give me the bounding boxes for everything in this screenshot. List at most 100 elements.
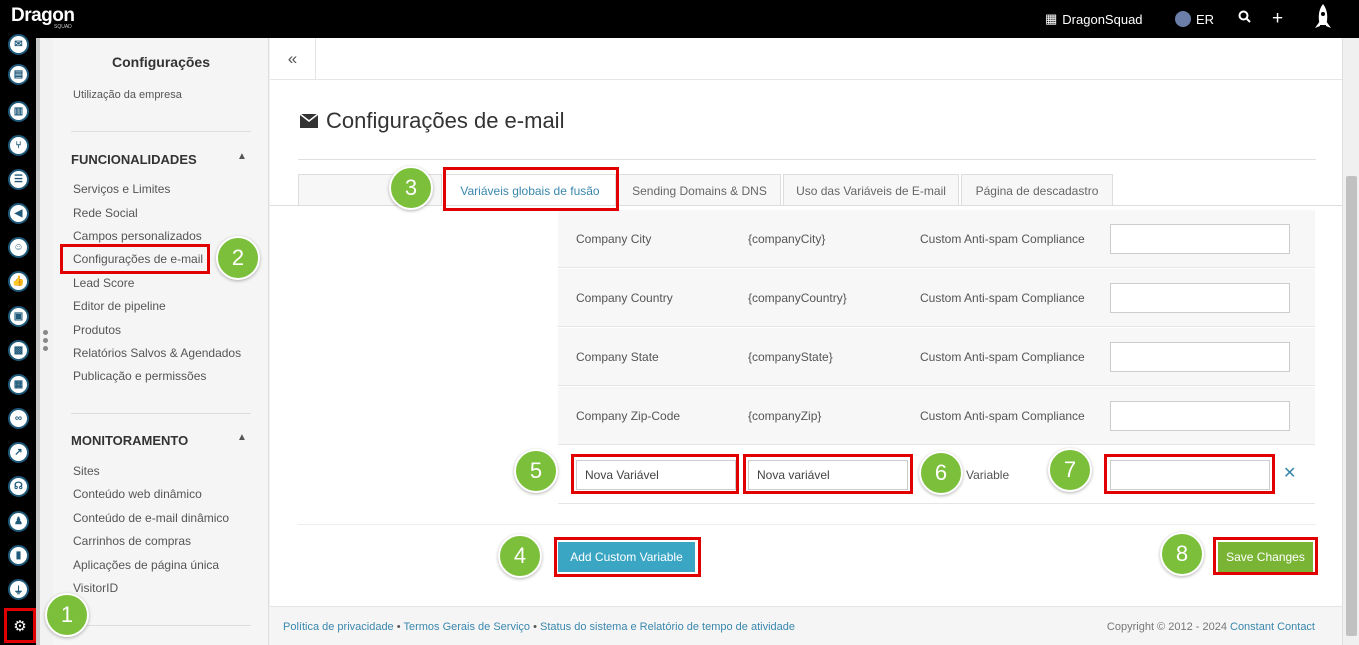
sidebar-item-carts[interactable]: Carrinhos de compras [73,534,191,548]
sidebar-item-saved-reports[interactable]: Relatórios Salvos & Agendados [73,346,241,360]
new-variable-type: Variable [966,468,1010,482]
image-icon[interactable]: ▩ [8,340,29,361]
variable-name: Company State [576,350,659,364]
caret-up-icon[interactable]: ▲ [237,432,247,443]
chat-icon[interactable]: ☺ [8,237,29,258]
tab-unsubscribe-page[interactable]: Página de descadastro [961,174,1113,206]
sidebar-item-products[interactable]: Produtos [73,323,121,337]
terms-link[interactable]: Termos Gerais de Serviço [403,621,530,633]
map-icon[interactable]: ▥ [8,101,29,122]
step-badge-4: 4 [498,534,542,578]
search-icon[interactable] [1238,10,1251,23]
variable-token: {companyCity} [748,232,826,246]
variable-name: Company Country [576,291,673,305]
caret-up-icon[interactable]: ▲ [237,151,247,162]
user-menu[interactable]: ER [1175,11,1214,27]
status-link[interactable]: Status do sistema e Relatório de tempo d… [540,621,795,633]
page-scrollbar[interactable] [1342,38,1359,645]
tab-global-merge-variables[interactable]: Variáveis globais de fusão [444,174,616,206]
variable-name: Company City [576,232,652,246]
variable-token: {companyState} [748,350,833,364]
sidebar-item-lead-score[interactable]: Lead Score [73,276,134,290]
sidebar-item-dynamic-email[interactable]: Conteúdo de e-mail dinâmico [73,511,229,525]
sidebar-item-publishing[interactable]: Publicação e permissões [73,369,206,383]
clipboard-icon[interactable]: ▤ [8,64,29,85]
variable-type: Custom Anti-spam Compliance [920,409,1085,423]
company-link[interactable]: Constant Contact [1230,621,1315,633]
variable-value-input[interactable] [1110,342,1290,372]
section-heading-features[interactable]: FUNCIONALIDADES [71,152,197,167]
page-title-text: Configurações de e-mail [326,108,565,133]
table-row: Company Country {companyCountry} Custom … [558,269,1315,327]
envelope-icon [300,114,318,128]
sidebar-item-pipeline-editor[interactable]: Editor de pipeline [73,299,166,313]
sidebar-item-services[interactable]: Serviços e Limites [73,182,170,196]
step-badge-8: 8 [1160,532,1204,576]
settings-gear-icon[interactable]: ⚙ [4,608,36,643]
sidebar-item-spa[interactable]: Aplicações de página única [73,558,219,572]
page-title: Configurações de e-mail [300,108,564,134]
headset-icon[interactable]: ☊ [8,476,29,497]
variable-value-input[interactable] [1110,224,1290,254]
privacy-link[interactable]: Política de privacidade [283,621,394,633]
new-variable-value-input[interactable] [1110,460,1270,490]
rocket-icon[interactable] [1312,3,1334,33]
variable-type: Custom Anti-spam Compliance [920,350,1085,364]
thumbs-up-icon[interactable]: 👍 [8,271,29,292]
sidebar-resize-handle[interactable] [43,330,49,351]
plug-icon[interactable]: ⏚ [8,579,29,600]
sidebar-item-company-usage[interactable]: Utilização da empresa [73,89,182,101]
add-custom-variable-button[interactable]: Add Custom Variable [558,542,695,572]
sidebar-title: Configurações [111,54,210,70]
user-add-icon[interactable]: ♟ [8,511,29,532]
bar-chart-icon[interactable]: ▮ [8,545,29,566]
building-icon: ▦ [1045,11,1058,26]
sidebar-item-social[interactable]: Rede Social [73,206,138,220]
branch-icon[interactable]: ⑂ [8,135,29,156]
collapse-sidebar-icon[interactable]: « [270,38,316,80]
account-switcher[interactable]: ▦ DragonSquad [1045,11,1143,27]
footer-bullet: • [396,621,401,633]
variable-token: {companyCountry} [748,291,847,305]
rail-scrollbar[interactable] [36,38,40,645]
email-icon[interactable]: ✉ [8,34,29,55]
section-heading-monitoring[interactable]: MONITORAMENTO [71,433,188,448]
list-icon[interactable]: ☰ [8,169,29,190]
megaphone-icon[interactable]: ◀ [8,203,29,224]
divider [71,131,251,132]
save-changes-button[interactable]: Save Changes [1218,542,1313,572]
trend-icon[interactable]: ↗ [8,442,29,463]
step-badge-6: 6 [919,451,963,495]
sidebar-item-custom-fields[interactable]: Campos personalizados [73,229,202,243]
collapse-bar: « [270,38,1342,80]
sidebar-item-email-settings[interactable]: Configurações de e-mail [73,252,203,266]
variable-type: Custom Anti-spam Compliance [920,232,1085,246]
variable-token: {companyZip} [748,409,822,423]
account-name: DragonSquad [1062,11,1143,27]
variable-name: Company Zip-Code [576,409,681,423]
sidebar-item-dynamic-web[interactable]: Conteúdo web dinâmico [73,487,202,501]
tv-icon[interactable]: ▣ [8,306,29,327]
variable-value-input[interactable] [1110,283,1290,313]
new-variable-token-input[interactable] [748,460,908,490]
calendar-icon[interactable]: ▦ [8,374,29,395]
scroll-thumb[interactable] [1346,176,1357,636]
table-row: Company Zip-Code {companyZip} Custom Ant… [558,387,1315,445]
remove-variable-icon[interactable]: ✕ [1283,463,1296,483]
handshake-icon[interactable]: ∞ [8,408,29,429]
divider [298,159,1316,160]
variable-value-input[interactable] [1110,401,1290,431]
tab-sending-domains[interactable]: Sending Domains & DNS [618,174,781,206]
step-badge-1: 1 [45,593,89,637]
step-badge-5: 5 [514,449,558,493]
copyright: Copyright © 2012 - 2024 Constant Contact [1107,621,1315,633]
icon-rail: ✉ ▤ ▥ ⑂ ☰ ◀ ☺ 👍 ▣ ▩ ▦ ∞ ↗ ☊ ♟ ▮ ⏚ ⚙ [0,34,40,645]
sidebar-item-sites[interactable]: Sites [73,464,100,478]
tab-email-variable-usage[interactable]: Uso das Variáveis de E-mail [783,174,959,206]
variable-type: Custom Anti-spam Compliance [920,291,1085,305]
footer: Política de privacidade • Termos Gerais … [270,606,1342,645]
plus-icon[interactable]: + [1272,8,1283,30]
new-variable-name-input[interactable] [576,460,736,490]
sidebar-item-visitorid[interactable]: VisitorID [73,581,118,595]
divider [71,413,251,414]
